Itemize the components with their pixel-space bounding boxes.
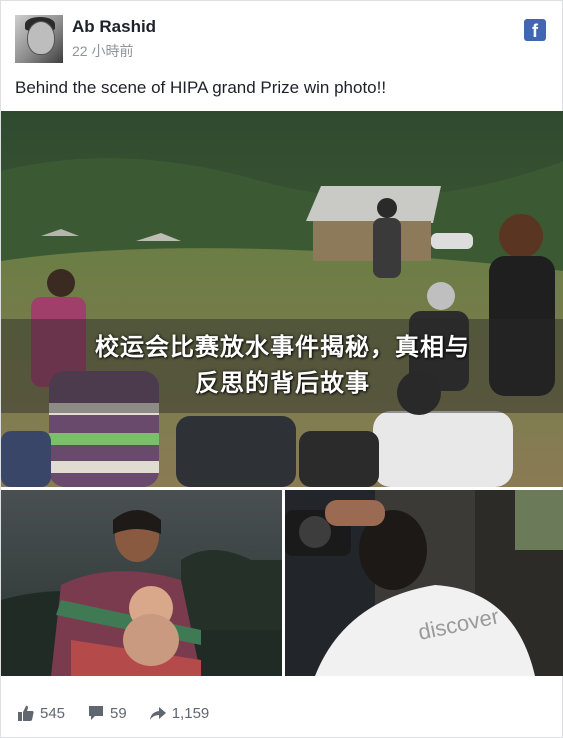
post-timestamp[interactable]: 22 小時前 <box>72 41 156 61</box>
comment-count: 59 <box>110 704 127 722</box>
like-count: 545 <box>40 704 66 722</box>
post-header: Ab Rashid 22 小時前 <box>15 15 156 63</box>
share-count: 1,159 <box>171 704 210 722</box>
thumbs-up-icon <box>17 704 35 722</box>
comment-icon <box>87 704 105 722</box>
share-arrow-icon <box>149 704 167 722</box>
author-name[interactable]: Ab Rashid <box>72 17 156 37</box>
headline-line-2: 反思的背后故事 <box>195 370 370 397</box>
share-action[interactable]: 1,159 <box>149 704 210 722</box>
facebook-icon: f <box>524 19 546 41</box>
main-photo[interactable] <box>1 111 563 487</box>
headline-overlay: 校运会比赛放水事件揭秘，真相与 反思的背后故事 <box>1 319 563 413</box>
facebook-post: Ab Rashid 22 小時前 f Behind the scene of H… <box>0 0 563 738</box>
post-actions: 545 59 1,159 <box>17 701 231 725</box>
post-caption: Behind the scene of HIPA grand Prize win… <box>15 78 387 97</box>
photographer-photo[interactable]: discover <box>285 490 563 676</box>
comment-action[interactable]: 59 <box>87 704 127 722</box>
headline-line-1: 校运会比赛放水事件揭秘，真相与 <box>95 334 470 361</box>
author-avatar[interactable] <box>15 15 63 63</box>
like-action[interactable]: 545 <box>17 704 65 722</box>
award-photo[interactable] <box>1 490 282 676</box>
author-block: Ab Rashid 22 小時前 <box>72 17 156 61</box>
